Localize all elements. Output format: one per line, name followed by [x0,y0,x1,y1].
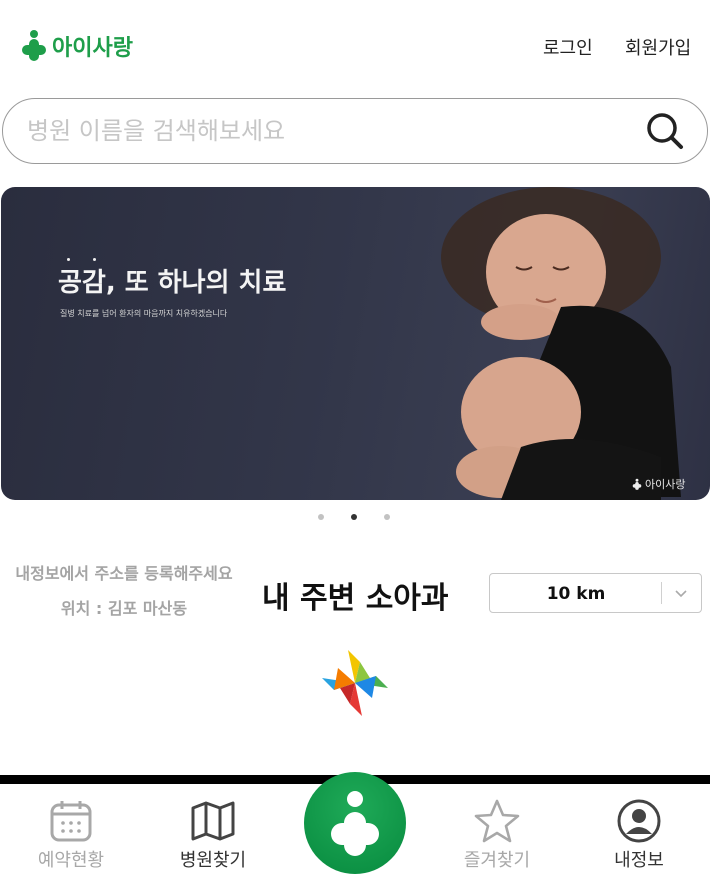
nav-label-my-info: 내정보 [614,850,664,871]
app-logo[interactable]: 아이사랑 [20,28,133,64]
user-icon [617,799,661,843]
current-location: 위치 : 김포 마산동 [60,599,188,618]
calendar-icon [50,801,92,842]
carousel-dot-3[interactable] [384,514,390,520]
search-bar [2,98,708,164]
search-input[interactable] [25,116,643,146]
banner-brand-text: 아이사랑 [645,478,686,491]
carousel-dot-2[interactable] [351,514,357,520]
home-center-button[interactable] [304,772,406,874]
logo-text: 아이사랑 [52,36,133,61]
loading-pinwheel-icon [322,650,388,716]
chevron-down-icon [675,590,687,598]
logo-plus-icon [331,791,379,856]
banner-logo-icon [632,478,642,490]
nav-label-find-hospital: 병원찾기 [179,850,247,871]
carousel-dots [318,514,390,520]
signup-link[interactable]: 회원가입 [625,34,691,60]
banner-brand: 아이사랑 [632,476,685,492]
map-icon [191,801,235,841]
banner-subtitle: 질병 치료를 넘어 환자의 마음까지 치유하겠습니다 [60,309,228,318]
carousel-dot-1[interactable] [318,514,324,520]
logo-plus-icon [22,30,46,61]
distance-select[interactable]: 10 km [489,573,702,613]
nav-my-info[interactable]: 내정보 [568,784,710,882]
nav-favorites[interactable]: 즐겨찾기 [426,784,568,882]
login-link[interactable]: 로그인 [543,34,593,60]
nav-find-hospital[interactable]: 병원찾기 [142,784,284,882]
nearby-title: 내 주변 소아과 [262,581,449,616]
promo-banner[interactable] [1,187,710,500]
select-divider [661,582,662,604]
nav-label-reservations: 예약현황 [37,850,105,871]
star-icon [474,799,520,843]
nav-label-favorites: 즐겨찾기 [463,850,531,871]
nav-reservations[interactable]: 예약현황 [0,784,142,882]
distance-value: 10 km [546,584,606,604]
banner-child-photo [441,187,681,500]
address-notice: 내정보에서 주소를 등록해주세요 위치 : 김포 마산동 [6,564,242,618]
address-register-prompt: 내정보에서 주소를 등록해주세요 [15,564,233,583]
search-icon[interactable] [643,109,687,153]
banner-title: 공감, 또 하나의 치료 [58,268,287,298]
